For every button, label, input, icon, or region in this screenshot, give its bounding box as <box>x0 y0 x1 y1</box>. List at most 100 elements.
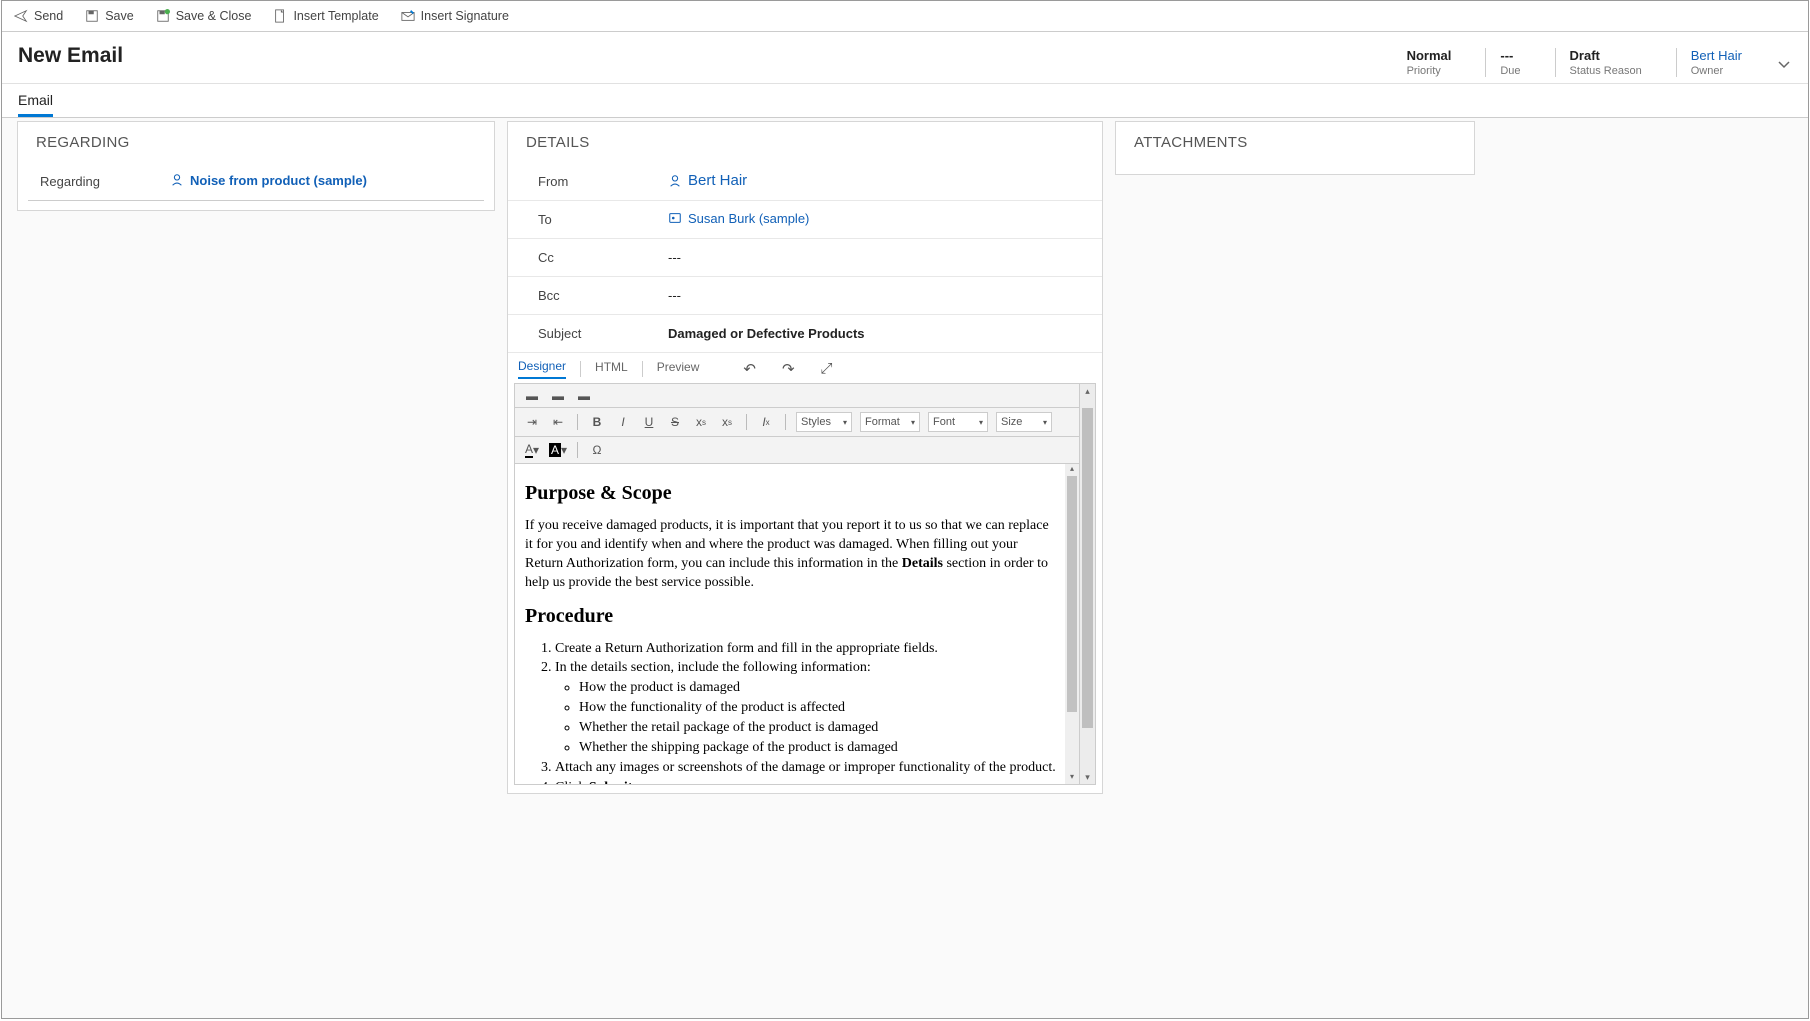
page-title: New Email <box>18 44 123 68</box>
owner-value: Bert Hair <box>1691 48 1742 63</box>
save-close-button[interactable]: Save & Close <box>152 7 256 25</box>
due-value: --- <box>1500 48 1520 63</box>
record-header: New Email Normal Priority --- Due Draft … <box>2 32 1808 84</box>
case-icon <box>170 173 184 187</box>
details-column: DETAILS From Bert Hair To Susan Burk (sa… <box>507 121 1103 1018</box>
contact-icon <box>668 211 682 225</box>
styles-combo[interactable]: Styles▾ <box>796 412 852 432</box>
editor-main: ▬ ▬ ▬ ⇥ ⇤ B I U S xs <box>514 383 1080 785</box>
app-window: Send Save Save & Close Insert Template I… <box>1 0 1809 1019</box>
sub-list: How the product is damaged How the funct… <box>579 679 1059 758</box>
from-label: From <box>538 174 668 189</box>
editor-tab-preview[interactable]: Preview <box>657 360 700 378</box>
insert-signature-label: Insert Signature <box>421 9 509 23</box>
bcc-value: --- <box>668 288 1084 303</box>
editor-content[interactable]: Purpose & Scope If you receive damaged p… <box>515 464 1079 784</box>
list-item: Click Submit. <box>555 779 1059 784</box>
list-item: Whether the retail package of the produc… <box>579 719 1059 738</box>
toolbar-row-clipped: ▬ ▬ ▬ <box>515 384 1079 408</box>
form-tab-strip: Email <box>2 84 1808 118</box>
to-field[interactable]: To Susan Burk (sample) <box>508 201 1102 239</box>
to-lookup[interactable]: Susan Burk (sample) <box>668 211 809 226</box>
subject-label: Subject <box>538 326 668 341</box>
save-button[interactable]: Save <box>81 7 138 25</box>
subscript-button[interactable]: xs <box>692 413 710 431</box>
underline-button[interactable]: U <box>640 413 658 431</box>
save-label: Save <box>105 9 134 23</box>
scroll-up-icon[interactable]: ▴ <box>1080 384 1095 398</box>
chevron-down-icon <box>1776 56 1792 72</box>
editor-tabstrip: Designer HTML Preview ↶ ↷ ⤢ <box>508 353 1102 379</box>
bcc-field[interactable]: Bcc --- <box>508 277 1102 315</box>
to-value: Susan Burk (sample) <box>688 211 809 226</box>
intro-paragraph: If you receive damaged products, it is i… <box>525 517 1059 593</box>
strike-button[interactable]: S <box>666 413 684 431</box>
scroll-up-icon[interactable]: ▴ <box>1065 464 1079 476</box>
editor-tab-designer[interactable]: Designer <box>518 359 566 379</box>
regarding-column: REGARDING Regarding Noise from product (… <box>17 121 495 1018</box>
bg-color-button[interactable]: A▾ <box>549 441 567 459</box>
subject-field[interactable]: Subject Damaged or Defective Products <box>508 315 1102 353</box>
heading-purpose: Purpose & Scope <box>525 480 1059 507</box>
indent-left-button[interactable]: ⇤ <box>549 413 567 431</box>
toolbar-row-3: A▾ A▾ Ω <box>515 437 1079 464</box>
text-color-button[interactable]: A▾ <box>523 441 541 459</box>
status-reason-field[interactable]: Draft Status Reason <box>1555 48 1656 77</box>
tool-hidden3[interactable]: ▬ <box>575 387 593 405</box>
header-status-group: Normal Priority --- Due Draft Status Rea… <box>1393 44 1792 77</box>
tool-hidden[interactable]: ▬ <box>523 387 541 405</box>
regarding-lookup[interactable]: Noise from product (sample) <box>170 173 367 188</box>
editor-shell: ▬ ▬ ▬ ⇥ ⇤ B I U S xs <box>514 383 1096 785</box>
cc-label: Cc <box>538 250 668 265</box>
scroll-thumb[interactable] <box>1082 408 1093 728</box>
heading-procedure: Procedure <box>525 603 1059 630</box>
signature-icon <box>401 9 415 23</box>
regarding-field[interactable]: Regarding Noise from product (sample) <box>28 163 484 201</box>
bcc-label: Bcc <box>538 288 668 303</box>
scroll-thumb[interactable] <box>1067 476 1077 712</box>
regarding-label: Regarding <box>40 174 170 189</box>
priority-value: Normal <box>1407 48 1452 63</box>
redo-button[interactable]: ↷ <box>782 360 795 378</box>
editor-outer-scrollbar[interactable]: ▴ ▾ <box>1080 383 1096 785</box>
clear-format-button[interactable]: Ix <box>757 413 775 431</box>
list-item: Attach any images or screenshots of the … <box>555 759 1059 778</box>
scroll-down-icon[interactable]: ▾ <box>1080 770 1095 784</box>
list-item: How the product is damaged <box>579 679 1059 698</box>
omega-button[interactable]: Ω <box>588 441 606 459</box>
italic-button[interactable]: I <box>614 413 632 431</box>
scroll-down-icon[interactable]: ▾ <box>1065 772 1079 784</box>
editor-inner-scrollbar[interactable]: ▴ ▾ <box>1065 464 1079 784</box>
expand-button[interactable]: ⤢ <box>821 360 833 378</box>
owner-label: Owner <box>1691 65 1742 77</box>
format-combo[interactable]: Format▾ <box>860 412 920 432</box>
list-item: Whether the shipping package of the prod… <box>579 739 1059 758</box>
owner-field[interactable]: Bert Hair Owner <box>1676 48 1756 77</box>
form-body: REGARDING Regarding Noise from product (… <box>2 118 1808 1018</box>
priority-label: Priority <box>1407 65 1452 77</box>
list-item: Create a Return Authorization form and f… <box>555 640 1059 659</box>
send-button[interactable]: Send <box>10 7 67 25</box>
toolbar-row-2: ⇥ ⇤ B I U S xs xs Ix Styles▾ <box>515 408 1079 437</box>
send-label: Send <box>34 9 63 23</box>
from-field[interactable]: From Bert Hair <box>508 163 1102 201</box>
priority-field[interactable]: Normal Priority <box>1393 48 1466 77</box>
cc-field[interactable]: Cc --- <box>508 239 1102 277</box>
tab-email[interactable]: Email <box>18 84 53 117</box>
superscript-button[interactable]: xs <box>718 413 736 431</box>
font-combo[interactable]: Font▾ <box>928 412 988 432</box>
attachments-heading: ATTACHMENTS <box>1116 122 1474 163</box>
indent-right-button[interactable]: ⇥ <box>523 413 541 431</box>
editor-body[interactable]: Purpose & Scope If you receive damaged p… <box>515 464 1079 784</box>
size-combo[interactable]: Size▾ <box>996 412 1052 432</box>
insert-template-button[interactable]: Insert Template <box>269 7 382 25</box>
undo-button[interactable]: ↶ <box>743 360 756 378</box>
editor-tab-html[interactable]: HTML <box>595 360 628 378</box>
bold-button[interactable]: B <box>588 413 606 431</box>
tool-hidden2[interactable]: ▬ <box>549 387 567 405</box>
expand-header-button[interactable] <box>1776 50 1792 75</box>
due-field[interactable]: --- Due <box>1485 48 1534 77</box>
from-lookup[interactable]: Bert Hair <box>668 172 747 189</box>
list-item: In the details section, include the foll… <box>555 659 1059 757</box>
insert-signature-button[interactable]: Insert Signature <box>397 7 513 25</box>
